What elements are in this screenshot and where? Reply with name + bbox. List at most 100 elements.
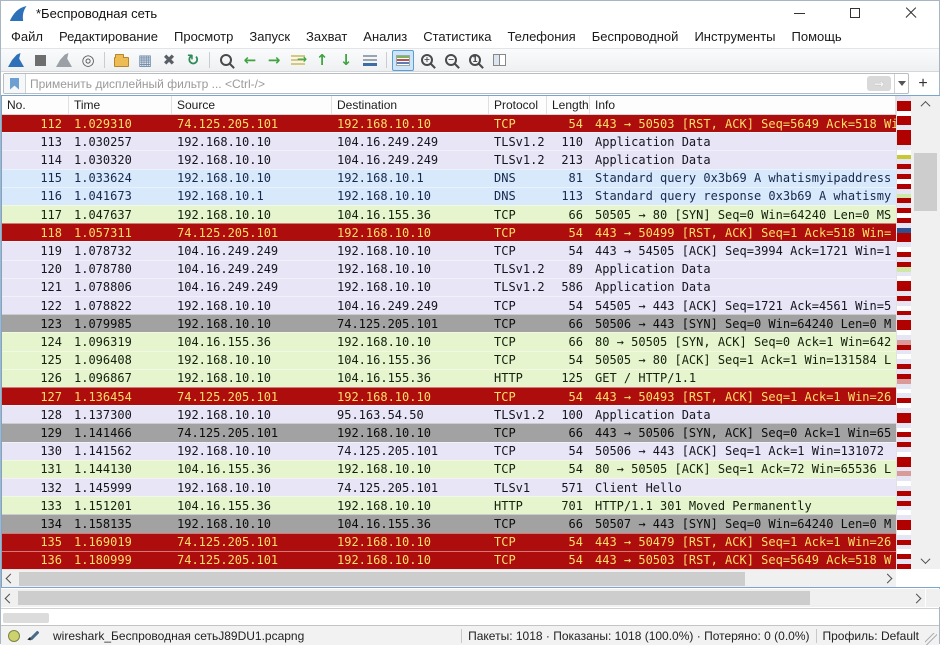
scroll-left-button[interactable]	[1, 589, 18, 607]
colorize-packets-icon[interactable]	[392, 50, 414, 71]
packet-list-hscrollbar[interactable]	[2, 569, 896, 587]
cell-src: 104.16.155.36	[172, 335, 332, 349]
table-row[interactable]: 1251.096408192.168.10.10104.16.155.36TCP…	[2, 351, 896, 369]
resize-columns-icon[interactable]	[488, 50, 510, 71]
column-header-length[interactable]: Length	[547, 96, 590, 114]
column-header-info[interactable]: Info	[590, 96, 896, 114]
window-hscrollbar[interactable]	[1, 589, 925, 607]
table-row[interactable]: 1161.041673192.168.10.1192.168.10.10DNS1…	[2, 187, 896, 205]
add-filter-button[interactable]: +	[913, 74, 933, 93]
table-row[interactable]: 1191.078732104.16.249.249192.168.10.10TC…	[2, 241, 896, 259]
zoom-out-icon[interactable]: −	[440, 50, 462, 71]
menu-item[interactable]: Редактирование	[51, 26, 166, 47]
resize-grip[interactable]	[925, 633, 937, 645]
vertical-scrollbar[interactable]	[911, 96, 940, 569]
cell-proto: TCP	[489, 226, 547, 240]
filter-bookmark-button[interactable]	[4, 74, 26, 93]
expert-info-icon[interactable]	[8, 630, 20, 642]
table-row[interactable]: 1181.05731174.125.205.101192.168.10.10TC…	[2, 223, 896, 241]
scroll-right-button[interactable]	[908, 589, 925, 607]
capture-comment-icon[interactable]	[28, 629, 41, 642]
profile-label[interactable]: Профиль: Default	[823, 629, 920, 643]
auto-scroll-icon[interactable]	[359, 50, 381, 71]
cell-len: 54	[547, 444, 590, 458]
pane-scroll-nub[interactable]	[3, 613, 49, 623]
table-row[interactable]: 1211.078806104.16.249.249192.168.10.10TL…	[2, 278, 896, 296]
table-row[interactable]: 1201.078780104.16.249.249192.168.10.10TL…	[2, 260, 896, 278]
column-header-time[interactable]: Time	[69, 96, 172, 114]
hscroll-thumb[interactable]	[18, 591, 810, 605]
scroll-right-button[interactable]	[879, 570, 896, 587]
table-row[interactable]: 1131.030257192.168.10.10104.16.249.249TL…	[2, 132, 896, 150]
table-row[interactable]: 1311.144130104.16.155.36192.168.10.10TCP…	[2, 460, 896, 478]
table-row[interactable]: 1271.13645474.125.205.101192.168.10.10TC…	[2, 387, 896, 405]
table-row[interactable]: 1151.033624192.168.10.10192.168.10.1DNS8…	[2, 169, 896, 187]
menu-item[interactable]: Телефония	[499, 26, 583, 47]
column-header-destination[interactable]: Destination	[332, 96, 489, 114]
column-header-protocol[interactable]: Protocol	[489, 96, 547, 114]
zoom-in-icon[interactable]: +	[416, 50, 438, 71]
apply-filter-button[interactable]: →	[867, 76, 891, 91]
cell-proto: TCP	[489, 335, 547, 349]
filter-history-dropdown[interactable]	[894, 74, 908, 93]
table-row[interactable]: 1241.096319104.16.155.36192.168.10.10TCP…	[2, 332, 896, 350]
restart-capture-icon[interactable]	[53, 50, 75, 71]
find-packet-icon[interactable]	[215, 50, 237, 71]
go-to-packet-icon[interactable]	[287, 50, 309, 71]
chevron-down-icon	[898, 81, 906, 86]
maximize-button[interactable]	[827, 1, 883, 25]
table-row[interactable]: 1121.02931074.125.205.101192.168.10.10TC…	[2, 115, 896, 132]
table-row[interactable]: 1261.096867192.168.10.10104.16.155.36HTT…	[2, 369, 896, 387]
close-file-icon[interactable]: ✖	[158, 50, 180, 71]
close-button[interactable]	[883, 1, 939, 25]
menu-item[interactable]: Просмотр	[166, 26, 241, 47]
menu-item[interactable]: Анализ	[355, 26, 415, 47]
table-row[interactable]: 1361.18099974.125.205.101192.168.10.10TC…	[2, 551, 896, 569]
zoom-original-icon[interactable]: 1	[464, 50, 486, 71]
table-row[interactable]: 1221.078822192.168.10.10104.16.249.249TC…	[2, 296, 896, 314]
reload-file-icon[interactable]: ↻	[182, 50, 204, 71]
cell-time: 1.096408	[69, 353, 172, 367]
table-row[interactable]: 1351.16901974.125.205.101192.168.10.10TC…	[2, 533, 896, 551]
menu-item[interactable]: Запуск	[241, 26, 298, 47]
cell-no: 120	[2, 262, 69, 276]
minimize-button[interactable]	[771, 1, 827, 25]
table-row[interactable]: 1331.151201104.16.155.36192.168.10.10HTT…	[2, 496, 896, 514]
menu-item[interactable]: Файл	[3, 26, 51, 47]
go-back-icon[interactable]: ←	[239, 50, 261, 71]
menu-item[interactable]: Инструменты	[686, 26, 783, 47]
table-row[interactable]: 1321.145999192.168.10.1074.125.205.101TL…	[2, 478, 896, 496]
menu-item[interactable]: Помощь	[784, 26, 850, 47]
stop-capture-icon[interactable]	[29, 50, 51, 71]
table-row[interactable]: 1301.141562192.168.10.1074.125.205.101TC…	[2, 442, 896, 460]
menu-item[interactable]: Захват	[298, 26, 355, 47]
packet-list-minimap[interactable]	[896, 96, 911, 569]
table-row[interactable]: 1291.14146674.125.205.101192.168.10.10TC…	[2, 423, 896, 441]
open-file-icon[interactable]	[110, 50, 132, 71]
capture-options-icon[interactable]: ◎	[77, 50, 99, 71]
column-header-source[interactable]: Source	[172, 96, 332, 114]
menu-item[interactable]: Беспроводной	[584, 26, 687, 47]
scroll-left-button[interactable]	[2, 570, 19, 587]
vertical-scroll-track[interactable]	[911, 113, 940, 552]
hscroll-track[interactable]	[18, 589, 908, 607]
menu-item[interactable]: Статистика	[415, 26, 499, 47]
hscroll-thumb[interactable]	[19, 572, 745, 586]
table-row[interactable]: 1171.047637192.168.10.10104.16.155.36TCP…	[2, 205, 896, 223]
scroll-up-button[interactable]	[911, 96, 940, 113]
table-row[interactable]: 1281.137300192.168.10.1095.163.54.50TLSv…	[2, 405, 896, 423]
hscroll-track[interactable]	[19, 570, 896, 587]
column-header-no[interactable]: No.	[2, 96, 69, 114]
vertical-scroll-thumb[interactable]	[914, 153, 937, 211]
go-first-icon[interactable]: ↑	[311, 50, 333, 71]
cell-dst: 192.168.10.10	[332, 499, 489, 513]
table-row[interactable]: 1341.158135192.168.10.10104.16.155.36TCP…	[2, 514, 896, 532]
go-forward-icon[interactable]: →	[263, 50, 285, 71]
table-row[interactable]: 1141.030320192.168.10.10104.16.249.249TL…	[2, 150, 896, 168]
go-last-icon[interactable]: ↓	[335, 50, 357, 71]
start-capture-icon[interactable]	[5, 50, 27, 71]
display-filter-input[interactable]	[26, 75, 867, 92]
table-row[interactable]: 1231.079985192.168.10.1074.125.205.101TC…	[2, 314, 896, 332]
save-file-icon[interactable]: ▦	[134, 50, 156, 71]
scroll-down-button[interactable]	[911, 552, 940, 569]
